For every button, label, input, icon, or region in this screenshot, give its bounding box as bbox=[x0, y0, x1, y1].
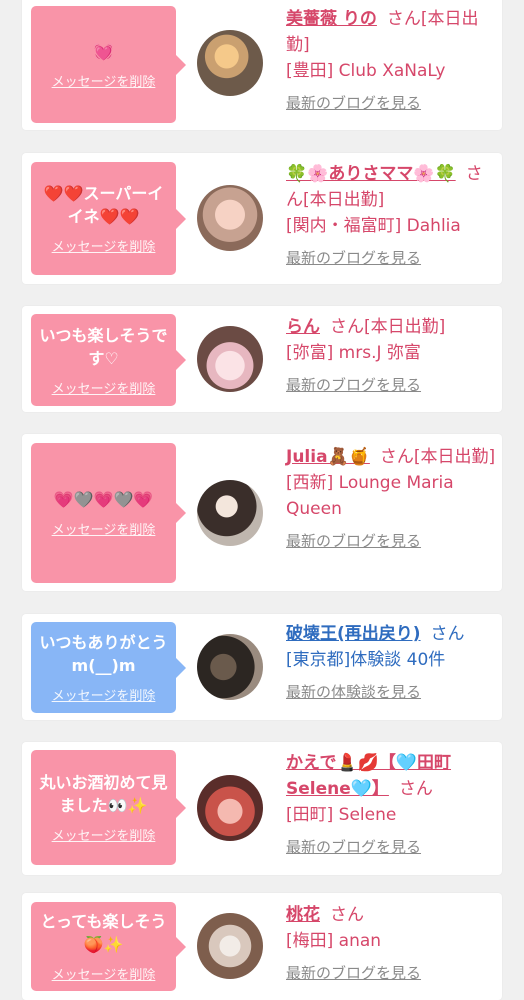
list-item: 💗🩶💗🩶💗 メッセージを削除 Julia🧸🍯 さん[本日出勤] [西新] Loun… bbox=[22, 434, 502, 591]
list-item: いつもありがとうm(__)m メッセージを削除 破壊王(再出戻り) さん [東京都… bbox=[22, 614, 502, 720]
message-bubble: いつもありがとうm(__)m メッセージを削除 bbox=[31, 622, 186, 713]
sender-info: Julia🧸🍯 さん[本日出勤] [西新] Lounge Maria Queen … bbox=[286, 444, 496, 554]
honorific: さん bbox=[430, 624, 465, 644]
message-bubble: 丸いお酒初めて見ました👀✨ メッセージを削除 bbox=[31, 750, 186, 865]
sender-name[interactable]: 🍀🌸ありさママ🌸🍀 bbox=[286, 164, 456, 184]
avatar[interactable] bbox=[197, 326, 263, 392]
avatar[interactable] bbox=[197, 775, 263, 841]
message-text: ❤️❤️スーパーイイネ❤️❤️ bbox=[43, 184, 164, 226]
sender-info: らん さん[本日出勤] [弥富] mrs.J 弥富 最新のブログを見る bbox=[286, 314, 496, 398]
avatar[interactable] bbox=[197, 634, 263, 700]
avatar[interactable] bbox=[197, 30, 263, 96]
shop-label: [梅田] anan bbox=[286, 931, 382, 951]
review-count-label: [東京都]体験談 40件 bbox=[286, 650, 446, 670]
latest-review-link[interactable]: 最新の体験談を見る bbox=[286, 679, 496, 705]
delete-message-link[interactable]: メッセージを削除 bbox=[52, 519, 156, 538]
sender-info: かえで💄💋【🩵田町Selene🩵】 さん [田町] Selene 最新のブログを見… bbox=[286, 750, 496, 860]
delete-message-link[interactable]: メッセージを削除 bbox=[52, 71, 156, 90]
delete-message-link[interactable]: メッセージを削除 bbox=[52, 825, 156, 844]
status-badge: [本日出勤] bbox=[413, 447, 496, 467]
list-item: 💓 メッセージを削除 美薔薇 りの さん[本日出勤] [豊田] Club XaNa… bbox=[22, 0, 502, 130]
message-text: 丸いお酒初めて見ました👀✨ bbox=[39, 773, 168, 815]
delete-message-link[interactable]: メッセージを削除 bbox=[52, 685, 156, 704]
message-bubble: 💗🩶💗🩶💗 メッセージを削除 bbox=[31, 443, 186, 583]
sender-info: 桃花 さん [梅田] anan 最新のブログを見る bbox=[286, 902, 496, 986]
sender-name[interactable]: 破壊王(再出戻り) bbox=[286, 624, 421, 644]
message-text: いつもありがとうm(__)m bbox=[39, 633, 168, 675]
message-bubble: いつも楽しそうです♡ メッセージを削除 bbox=[31, 314, 186, 406]
message-text: 💓 bbox=[93, 41, 114, 61]
shop-label: [西新] Lounge Maria Queen bbox=[286, 473, 454, 519]
latest-blog-link[interactable]: 最新のブログを見る bbox=[286, 960, 496, 986]
sender-name[interactable]: 桃花 bbox=[286, 905, 320, 925]
delete-message-link[interactable]: メッセージを削除 bbox=[52, 236, 156, 255]
avatar[interactable] bbox=[197, 913, 263, 979]
latest-blog-link[interactable]: 最新のブログを見る bbox=[286, 90, 496, 116]
message-bubble: ❤️❤️スーパーイイネ❤️❤️ メッセージを削除 bbox=[31, 162, 186, 275]
sender-name[interactable]: Julia🧸🍯 bbox=[286, 447, 370, 467]
sender-name[interactable]: 美薔薇 りの bbox=[286, 9, 377, 29]
message-bubble: とっても楽しそう🍑✨ メッセージを削除 bbox=[31, 902, 186, 991]
honorific: さん bbox=[398, 779, 433, 799]
latest-blog-link[interactable]: 最新のブログを見る bbox=[286, 245, 496, 271]
shop-label: [関内・福富町] Dahlia bbox=[286, 216, 461, 236]
status-badge: [本日出勤] bbox=[364, 317, 446, 337]
latest-blog-link[interactable]: 最新のブログを見る bbox=[286, 834, 496, 860]
shop-label: [弥富] mrs.J 弥富 bbox=[286, 343, 421, 363]
sender-info: 破壊王(再出戻り) さん [東京都]体験談 40件 最新の体験談を見る bbox=[286, 621, 496, 705]
list-item: いつも楽しそうです♡ メッセージを削除 らん さん[本日出勤] [弥富] mrs.… bbox=[22, 306, 502, 412]
status-badge: [本日出勤] bbox=[303, 190, 385, 210]
message-list: 💓 メッセージを削除 美薔薇 りの さん[本日出勤] [豊田] Club XaNa… bbox=[0, 0, 524, 1000]
latest-blog-link[interactable]: 最新のブログを見る bbox=[286, 528, 496, 554]
latest-blog-link[interactable]: 最新のブログを見る bbox=[286, 372, 496, 398]
sender-info: 🍀🌸ありさママ🌸🍀 さん[本日出勤] [関内・福富町] Dahlia 最新のブログ… bbox=[286, 161, 496, 271]
message-text: いつも楽しそうです♡ bbox=[39, 325, 168, 368]
list-item: とっても楽しそう🍑✨ メッセージを削除 桃花 さん [梅田] anan 最新のブロ… bbox=[22, 893, 502, 1000]
list-item: ❤️❤️スーパーイイネ❤️❤️ メッセージを削除 🍀🌸ありさママ🌸🍀 さん[本日出… bbox=[22, 153, 502, 284]
list-item: 丸いお酒初めて見ました👀✨ メッセージを削除 かえで💄💋【🩵田町Selene🩵】… bbox=[22, 742, 502, 875]
delete-message-link[interactable]: メッセージを削除 bbox=[52, 378, 156, 397]
sender-info: 美薔薇 りの さん[本日出勤] [豊田] Club XaNaLy 最新のブログを見… bbox=[286, 6, 496, 116]
avatar[interactable] bbox=[197, 185, 263, 251]
message-bubble: 💓 メッセージを削除 bbox=[31, 6, 186, 123]
shop-label: [豊田] Club XaNaLy bbox=[286, 61, 446, 81]
honorific: さん bbox=[330, 317, 364, 337]
honorific: さん bbox=[379, 447, 414, 467]
message-text: 💗🩶💗🩶💗 bbox=[53, 490, 154, 509]
honorific: さん bbox=[386, 9, 421, 29]
message-text: とっても楽しそう🍑✨ bbox=[40, 912, 167, 954]
avatar[interactable] bbox=[197, 480, 263, 546]
honorific: さん bbox=[330, 905, 364, 925]
shop-label: [田町] Selene bbox=[286, 805, 397, 825]
delete-message-link[interactable]: メッセージを削除 bbox=[52, 964, 156, 983]
sender-name[interactable]: らん bbox=[286, 317, 320, 337]
